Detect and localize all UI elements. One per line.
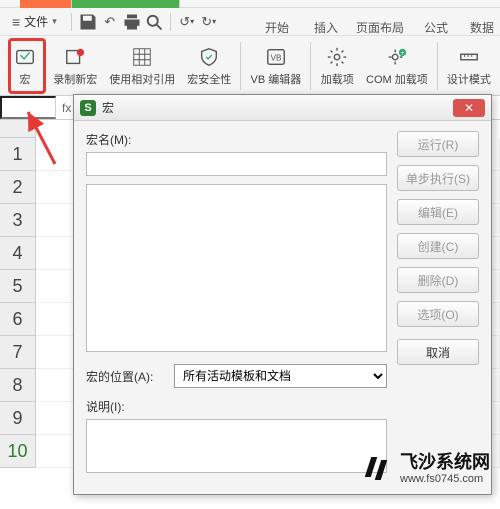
menu-icon: ≡ — [12, 14, 20, 30]
grid-icon — [130, 45, 154, 69]
row-header[interactable]: 4 — [0, 237, 36, 270]
edit-button[interactable]: 编辑(E) — [397, 199, 479, 225]
description-label: 说明(I): — [86, 398, 387, 415]
ribbon-label: COM 加载项 — [366, 71, 428, 87]
separator — [170, 13, 171, 31]
separator — [240, 42, 241, 90]
run-button[interactable]: 运行(R) — [397, 131, 479, 157]
gear-plus-icon: + — [385, 45, 409, 69]
shield-icon — [197, 45, 221, 69]
undo-dropdown-icon[interactable]: ↺▾ — [177, 12, 197, 32]
separator — [71, 13, 72, 31]
macro-security-button[interactable]: 宏安全性 — [182, 43, 236, 89]
svg-text:VB: VB — [270, 53, 282, 62]
ribbon-label: 宏安全性 — [187, 71, 231, 87]
ribbon-label: 录制新宏 — [53, 71, 97, 87]
dialog-body: 宏名(M): 宏的位置(A): 所有活动模板和文档 说明(I): 运行(R) 单… — [74, 121, 491, 483]
row-header[interactable]: 10 — [0, 435, 36, 468]
watermark-logo — [364, 454, 394, 484]
select-all-corner[interactable] — [0, 120, 36, 138]
relative-ref-button[interactable]: 使用相对引用 — [104, 43, 180, 89]
delete-button[interactable]: 删除(D) — [397, 267, 479, 293]
row-header[interactable]: 1 — [0, 138, 36, 171]
row-header[interactable]: 8 — [0, 369, 36, 402]
menu-tab[interactable]: 数据 — [470, 19, 494, 36]
menu-tab[interactable]: 页面布局 — [356, 19, 404, 36]
row-header[interactable]: 2 — [0, 171, 36, 204]
ribbon-label: 加载项 — [321, 71, 354, 87]
com-addins-button[interactable]: + COM 加载项 — [361, 43, 433, 89]
app-icon: S — [80, 100, 96, 116]
row-header[interactable]: 3 — [0, 204, 36, 237]
separator — [310, 42, 311, 90]
ribbon-label: 使用相对引用 — [109, 71, 175, 87]
macro-location-select[interactable]: 所有活动模板和文档 — [174, 364, 387, 388]
design-mode-button[interactable]: 设计模式 — [442, 43, 496, 89]
macro-location-label: 宏的位置(A): — [86, 368, 164, 385]
save-icon[interactable] — [78, 12, 98, 32]
options-button[interactable]: 选项(O) — [397, 301, 479, 327]
tab-strip-item[interactable] — [20, 0, 72, 8]
row-header[interactable]: 7 — [0, 336, 36, 369]
tab-strip-item[interactable] — [72, 0, 180, 8]
ribbon-label: 设计模式 — [447, 71, 491, 87]
macro-list[interactable] — [86, 184, 387, 352]
macro-name-label: 宏名(M): — [86, 131, 387, 148]
window-tabstrip — [0, 0, 500, 8]
code-icon: VB — [264, 45, 288, 69]
dialog-titlebar[interactable]: S 宏 ✕ — [74, 95, 491, 121]
menu-tab[interactable]: 公式 — [424, 19, 448, 36]
row-header[interactable]: 9 — [0, 402, 36, 435]
svg-text:+: + — [401, 50, 405, 57]
chevron-down-icon: ▾ — [52, 16, 57, 27]
row-header[interactable]: 5 — [0, 270, 36, 303]
record-macro-button[interactable]: 录制新宏 — [48, 43, 102, 89]
menu-tab[interactable]: 插入 — [314, 19, 338, 36]
ribbon-label: VB 编辑器 — [251, 71, 302, 87]
redo-dropdown-icon[interactable]: ↻▾ — [199, 12, 219, 32]
menu-tab[interactable]: 开始 — [265, 19, 289, 36]
file-menu[interactable]: ≡ 文件 ▾ — [4, 13, 65, 30]
macro-dialog: S 宏 ✕ 宏名(M): 宏的位置(A): 所有活动模板和文档 说明(I): 运… — [73, 94, 492, 495]
macro-name-input[interactable] — [86, 152, 387, 176]
print-icon[interactable] — [122, 12, 142, 32]
dialog-title-text: 宏 — [102, 99, 447, 116]
watermark: 飞沙系统网 www.fs0745.com — [364, 453, 490, 485]
row-header[interactable]: 6 — [0, 303, 36, 336]
addins-button[interactable]: 加载项 — [315, 43, 359, 89]
create-button[interactable]: 创建(C) — [397, 233, 479, 259]
ribbon-label: 宏 — [20, 71, 31, 87]
vb-editor-button[interactable]: VB VB 编辑器 — [245, 43, 306, 89]
separator — [437, 42, 438, 90]
watermark-title: 飞沙系统网 — [400, 453, 490, 473]
file-label: 文件 — [24, 13, 48, 30]
cell-reference-input[interactable] — [0, 96, 56, 119]
description-input[interactable] — [86, 419, 387, 473]
quick-access-toolbar: ≡ 文件 ▾ ↶ ↺▾ ↻▾ 开始 插入 页面布局 公式 数据 — [0, 8, 500, 36]
record-macro-icon — [63, 45, 87, 69]
watermark-url: www.fs0745.com — [400, 473, 490, 485]
ruler-icon — [457, 45, 481, 69]
gear-icon — [325, 45, 349, 69]
cancel-button[interactable]: 取消 — [397, 339, 479, 365]
ribbon-toolbar: 宏 录制新宏 使用相对引用 宏安全性 VB VB 编辑器 加载项 + COM 加… — [0, 36, 500, 96]
print-preview-icon[interactable] — [144, 12, 164, 32]
step-button[interactable]: 单步执行(S) — [397, 165, 479, 191]
undo-icon[interactable]: ↶ — [100, 12, 120, 32]
close-icon[interactable]: ✕ — [453, 99, 485, 117]
macro-icon — [13, 45, 37, 69]
macro-button[interactable]: 宏 — [4, 43, 46, 89]
